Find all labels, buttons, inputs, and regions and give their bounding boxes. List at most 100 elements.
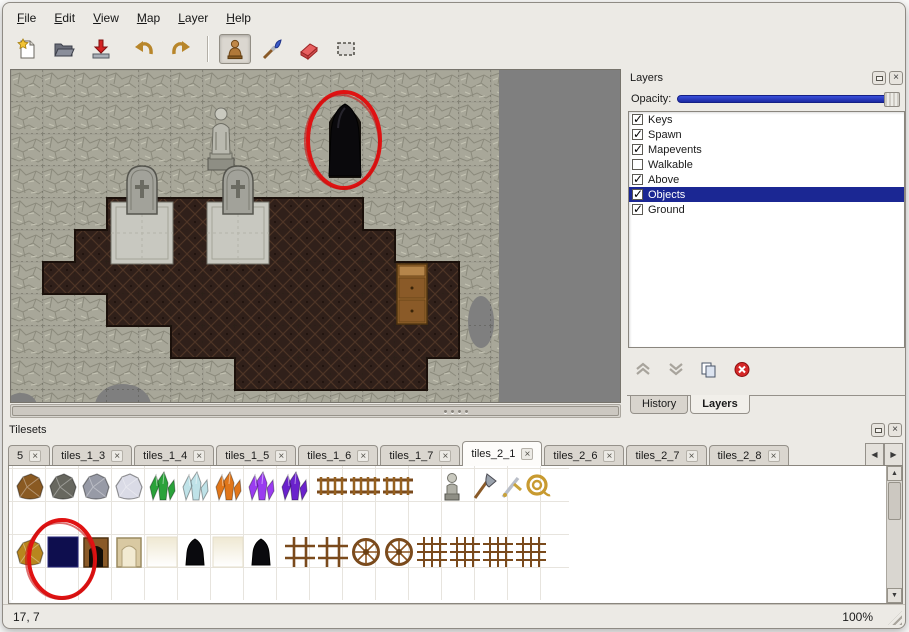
tilesets-dock-title: Tilesets bbox=[9, 424, 47, 436]
tile-wheel[interactable] bbox=[387, 540, 412, 565]
menu-map[interactable]: Map bbox=[129, 8, 168, 28]
redo-button[interactable] bbox=[165, 34, 197, 64]
layers-dock-tabs: History Layers bbox=[630, 396, 752, 417]
tab-history[interactable]: History bbox=[630, 396, 688, 414]
app-window: File Edit View Map Layer Help bbox=[2, 2, 906, 629]
layer-visibility-checkbox[interactable] bbox=[632, 204, 643, 215]
scroll-up-icon[interactable]: ▲ bbox=[887, 466, 902, 481]
tab-close-icon[interactable]: × bbox=[603, 450, 615, 462]
layer-visibility-checkbox[interactable] bbox=[632, 129, 643, 140]
layer-visibility-checkbox[interactable] bbox=[632, 144, 643, 155]
tileset-vscroll-thumb[interactable] bbox=[888, 482, 901, 520]
tileset-canvas[interactable] bbox=[9, 466, 887, 600]
layer-row-ground[interactable]: Ground bbox=[629, 202, 904, 217]
tile-statue[interactable] bbox=[445, 474, 459, 501]
layer-row-mapevents[interactable]: Mapevents bbox=[629, 142, 904, 157]
menu-layer[interactable]: Layer bbox=[170, 8, 216, 28]
layer-visibility-checkbox[interactable] bbox=[632, 174, 643, 185]
brush-tool-button[interactable] bbox=[256, 34, 288, 64]
tileset-viewport: ▲ ▼ bbox=[8, 465, 903, 604]
tilesets-dock-titlebar: Tilesets × bbox=[6, 421, 905, 439]
tab-close-icon[interactable]: × bbox=[521, 448, 533, 460]
tile-fade[interactable] bbox=[147, 537, 177, 567]
tileset-tab[interactable]: tiles_2_7 × bbox=[626, 445, 706, 466]
layer-label: Keys bbox=[648, 114, 672, 126]
move-layer-down-button[interactable] bbox=[666, 360, 686, 378]
chevrons-up-icon bbox=[634, 361, 652, 377]
select-tool-button[interactable] bbox=[330, 34, 362, 64]
duplicate-layer-button[interactable] bbox=[699, 360, 719, 378]
tab-close-icon[interactable]: × bbox=[768, 450, 780, 462]
eraser-tool-button[interactable] bbox=[293, 34, 325, 64]
layer-buttons bbox=[633, 357, 752, 381]
save-button[interactable] bbox=[85, 34, 117, 64]
move-layer-up-button[interactable] bbox=[633, 360, 653, 378]
menu-edit[interactable]: Edit bbox=[46, 8, 83, 28]
tileset-tab-bar: 5 × tiles_1_3 × tiles_1_4 × tiles_1_5 × … bbox=[8, 441, 863, 466]
tileset-tab[interactable]: tiles_2_8 × bbox=[709, 445, 789, 466]
selection-rect-icon bbox=[334, 37, 358, 61]
stamp-person-icon bbox=[223, 37, 247, 61]
layers-dock-titlebar: Layers × bbox=[627, 69, 906, 87]
menu-file[interactable]: File bbox=[9, 8, 44, 28]
zoom-level: 100% bbox=[842, 610, 873, 624]
tab-close-icon[interactable]: × bbox=[193, 450, 205, 462]
stamp-tool-button[interactable] bbox=[219, 34, 251, 64]
opacity-slider[interactable] bbox=[677, 95, 900, 103]
close-dock-icon[interactable]: × bbox=[889, 71, 903, 85]
layer-row-spawn[interactable]: Spawn bbox=[629, 127, 904, 142]
layer-row-above[interactable]: Above bbox=[629, 172, 904, 187]
tab-close-icon[interactable]: × bbox=[275, 450, 287, 462]
float-dock-icon[interactable] bbox=[871, 423, 885, 437]
map-horizontal-scrollbar[interactable] bbox=[10, 404, 621, 418]
menu-view[interactable]: View bbox=[85, 8, 127, 28]
layer-visibility-checkbox[interactable] bbox=[632, 114, 643, 125]
undo-button[interactable] bbox=[128, 34, 160, 64]
tileset-tab[interactable]: tiles_2_6 × bbox=[544, 445, 624, 466]
close-dock-icon[interactable]: × bbox=[888, 423, 902, 437]
scroll-down-icon[interactable]: ▼ bbox=[887, 588, 902, 603]
tab-scroll-left-icon[interactable]: ◀ bbox=[865, 443, 884, 466]
status-bar: 17, 7 100% bbox=[3, 604, 905, 628]
tile-fade[interactable] bbox=[213, 537, 243, 567]
layer-row-keys[interactable]: Keys bbox=[629, 112, 904, 127]
tile-wheel[interactable] bbox=[354, 540, 379, 565]
tab-close-icon[interactable]: × bbox=[357, 450, 369, 462]
open-button[interactable] bbox=[48, 34, 80, 64]
tab-close-icon[interactable]: × bbox=[111, 450, 123, 462]
layers-dock: Layers × Opacity: Keys Spawn Mapevents bbox=[627, 69, 906, 417]
layer-label: Mapevents bbox=[648, 144, 702, 156]
new-button[interactable] bbox=[11, 34, 43, 64]
splitter-handle[interactable] bbox=[444, 407, 474, 415]
tileset-tab-active[interactable]: tiles_2_1 × bbox=[462, 441, 542, 466]
layer-row-walkable[interactable]: Walkable bbox=[629, 157, 904, 172]
tileset-tab[interactable]: tiles_1_3 × bbox=[52, 445, 132, 466]
tab-close-icon[interactable]: × bbox=[29, 450, 41, 462]
cabinet-sprite bbox=[397, 264, 427, 324]
float-dock-icon[interactable] bbox=[872, 71, 886, 85]
tileset-tab[interactable]: tiles_1_4 × bbox=[134, 445, 214, 466]
tileset-tab[interactable]: tiles_1_6 × bbox=[298, 445, 378, 466]
tab-scroll-right-icon[interactable]: ▶ bbox=[884, 443, 903, 466]
tileset-tab[interactable]: tiles_1_7 × bbox=[380, 445, 460, 466]
tab-close-icon[interactable]: × bbox=[439, 450, 451, 462]
selected-tile-navy[interactable] bbox=[48, 537, 78, 567]
delete-layer-button[interactable] bbox=[732, 360, 752, 378]
map-hscroll-thumb[interactable] bbox=[12, 406, 619, 416]
layer-list: Keys Spawn Mapevents Walkable Above Obje… bbox=[628, 111, 905, 348]
layer-visibility-checkbox[interactable] bbox=[632, 159, 643, 170]
tileset-tab[interactable]: tiles_1_5 × bbox=[216, 445, 296, 466]
layer-visibility-checkbox[interactable] bbox=[632, 189, 643, 200]
map-canvas[interactable] bbox=[11, 70, 620, 402]
tile-door-pale[interactable] bbox=[117, 538, 141, 567]
tab-close-icon[interactable]: × bbox=[686, 450, 698, 462]
opacity-slider-handle[interactable] bbox=[884, 92, 900, 107]
layer-row-objects[interactable]: Objects bbox=[629, 187, 904, 202]
tileset-vertical-scrollbar[interactable]: ▲ ▼ bbox=[886, 466, 902, 603]
layer-label: Objects bbox=[648, 189, 685, 201]
tileset-tab[interactable]: 5 × bbox=[8, 445, 50, 466]
tab-layers[interactable]: Layers bbox=[690, 395, 749, 414]
resize-grip[interactable] bbox=[888, 611, 902, 625]
menu-help[interactable]: Help bbox=[218, 8, 259, 28]
paint-brush-icon bbox=[260, 37, 284, 61]
